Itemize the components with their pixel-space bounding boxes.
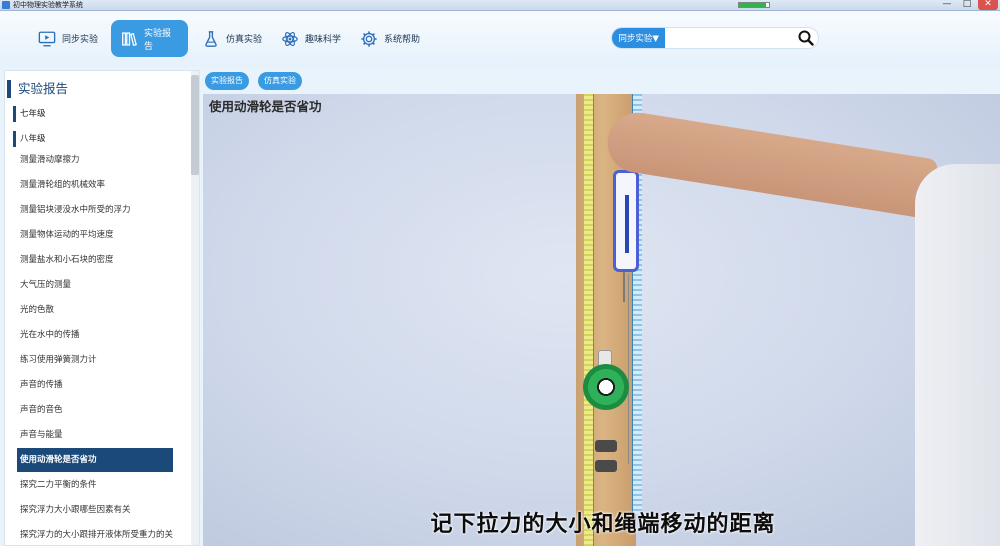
tab-experiment-report[interactable]: 实验报告 [205, 72, 249, 90]
sidebar-item[interactable]: 测量物体运动的平均速度 [17, 223, 173, 247]
flask-icon [205, 30, 217, 47]
search-bar: 同步实验▼ [611, 27, 819, 49]
experiment-video[interactable]: 使用动滑轮是否省功 记下拉力的大小和绳端移动的距离 [203, 94, 1000, 546]
tab-simulation[interactable]: 仿真实验 [258, 72, 302, 90]
sidebar-item[interactable]: 声音与能量 [17, 423, 173, 447]
rope [628, 274, 629, 464]
video-title: 使用动滑轮是否省功 [209, 99, 322, 114]
sidebar-item[interactable]: 探究二力平衡的条件 [17, 473, 173, 497]
sidebar-scrollbar[interactable] [191, 71, 199, 545]
sidebar-title: 实验报告 [7, 80, 68, 98]
top-navigation: 同步实验 实验报告 仿真实验 趣味科学 系统帮助 同步实验▼ [0, 11, 1000, 67]
ruler-left [584, 94, 594, 546]
nav-experiment-report[interactable]: 实验报告 [111, 20, 188, 57]
close-button[interactable]: ✕ [978, 0, 998, 10]
hand-arm [603, 108, 939, 220]
sidebar-item[interactable]: 测量滑动摩擦力 [17, 148, 173, 172]
sidebar-item[interactable]: 声音的传播 [17, 373, 173, 397]
spring-scale [613, 170, 639, 272]
sidebar-item[interactable]: 探究浮力大小跟哪些因素有关 [17, 498, 173, 522]
atom-icon [282, 31, 298, 46]
hook-weight [595, 440, 617, 452]
sidebar-item-active[interactable]: 使用动滑轮是否省功 [17, 448, 173, 472]
sidebar-item[interactable]: 光在水中的传播 [17, 323, 173, 347]
monitor-play-icon [38, 31, 56, 46]
gear-icon [361, 30, 377, 47]
nav-label: 趣味科学 [305, 35, 342, 45]
sidebar-item[interactable]: 测量滑轮组的机械效率 [17, 173, 173, 197]
sidebar-item[interactable]: 探究浮力的大小跟排开液体所受重力的关 [17, 523, 173, 545]
sidebar-item[interactable]: 光的色散 [17, 298, 173, 322]
nav-label: 同步实验 [62, 35, 99, 45]
nav-fun-science[interactable]: 趣味科学 [271, 20, 351, 57]
sidebar-item[interactable]: 测量盐水和小石块的密度 [17, 248, 173, 272]
maximize-button[interactable]: □ [958, 0, 976, 10]
sleeve [915, 164, 1000, 546]
nav-system-help[interactable]: 系统帮助 [350, 20, 430, 57]
search-button[interactable] [793, 28, 818, 48]
window-title: 初中物理实验教学系统 [13, 1, 83, 9]
report-sidebar: 实验报告 七年级 八年级 测量滑动摩擦力 测量滑轮组的机械效率 测量铝块浸没水中… [4, 70, 200, 546]
nav-label: 实验报告 [144, 28, 172, 52]
sidebar-scroll-thumb[interactable] [191, 75, 199, 175]
window-titlebar: 初中物理实验教学系统 — □ ✕ [0, 0, 1000, 11]
movable-pulley [583, 364, 629, 410]
books-icon [122, 31, 137, 46]
nav-label: 系统帮助 [384, 35, 421, 45]
search-category-select[interactable]: 同步实验▼ [612, 28, 666, 48]
grade-eight[interactable]: 八年级 [13, 131, 46, 147]
spring-hook [623, 272, 625, 302]
minimize-button[interactable]: — [938, 0, 956, 10]
progress-fill [739, 3, 766, 7]
nav-sync-experiment[interactable]: 同步实验 [28, 20, 108, 57]
spring-scale-dial [625, 195, 629, 253]
sidebar-item[interactable]: 大气压的测量 [17, 273, 173, 297]
grade-seven[interactable]: 七年级 [13, 106, 46, 122]
loading-progress-bar [738, 2, 770, 8]
hook-weight [595, 460, 617, 472]
nav-simulation[interactable]: 仿真实验 [192, 20, 272, 57]
nav-label: 仿真实验 [226, 35, 263, 45]
sidebar-item[interactable]: 练习使用弹簧测力计 [17, 348, 173, 372]
search-input[interactable] [665, 28, 794, 48]
search-icon [798, 30, 814, 46]
app-icon [2, 1, 10, 9]
video-subtitle: 记下拉力的大小和绳端移动的距离 [430, 512, 776, 537]
sidebar-item[interactable]: 测量铝块浸没水中所受的浮力 [17, 198, 173, 222]
sidebar-item[interactable]: 声音的音色 [17, 398, 173, 422]
